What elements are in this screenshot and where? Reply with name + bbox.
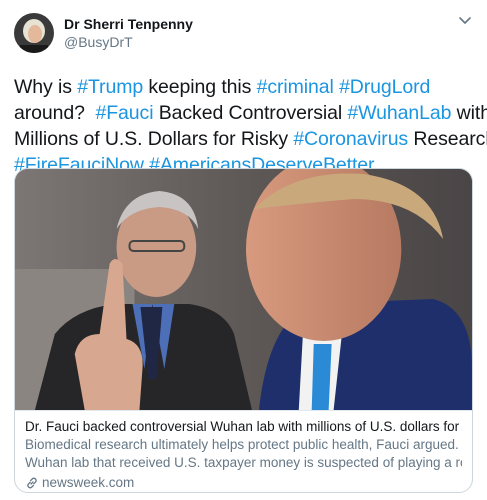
card-title[interactable]: Dr. Fauci backed controversial Wuhan lab… <box>25 418 462 436</box>
tweet-text-segment: around? <box>14 102 96 124</box>
hashtag-link[interactable]: #Fauci <box>96 102 154 124</box>
link-preview-card[interactable]: Dr. Fauci backed controversial Wuhan lab… <box>14 168 473 493</box>
author-display-name[interactable]: Dr Sherri Tenpenny <box>64 15 473 33</box>
card-description-line-2: Wuhan lab that received U.S. taxpayer mo… <box>25 455 462 470</box>
hashtag-link[interactable]: #Trump <box>77 76 143 98</box>
author-handle[interactable]: @BusyDrT <box>64 33 473 51</box>
tweet-header: Dr Sherri Tenpenny @BusyDrT <box>14 12 473 54</box>
card-description-line-1: Biomedical research ultimately helps pro… <box>25 437 462 452</box>
card-domain-row: newsweek.com <box>25 474 462 492</box>
tweet-text-segment: Backed Controversial <box>153 102 348 124</box>
chevron-down-icon[interactable] <box>457 12 473 28</box>
hashtag-link[interactable]: #WuhanLab <box>347 102 451 124</box>
card-image <box>15 169 472 410</box>
tweet-text-line: Why is #Trump keeping this #criminal #Dr… <box>14 74 473 100</box>
card-domain: newsweek.com <box>42 475 135 490</box>
tweet-text: Why is #Trump keeping this #criminal #Dr… <box>14 74 487 178</box>
hashtag-link[interactable]: #criminal <box>257 76 334 98</box>
card-body: Dr. Fauci backed controversial Wuhan lab… <box>15 410 472 492</box>
tweet-text-line: Millions of U.S. Dollars for Risky #Coro… <box>14 126 487 152</box>
link-icon <box>25 476 39 490</box>
tweet-text-segment: Why is <box>14 76 78 98</box>
tweet-text-segment: Millions of U.S. Dollars for Risky <box>14 128 294 150</box>
tweet-text-segment: with <box>451 102 487 124</box>
hashtag-link[interactable]: #Coronavirus <box>293 128 408 150</box>
hashtag-link[interactable]: #DrugLord <box>339 76 430 98</box>
tweet-text-segment: keeping this <box>143 76 257 98</box>
avatar[interactable] <box>14 13 54 53</box>
tweet-text-segment: Research <box>413 128 487 150</box>
author-names: Dr Sherri Tenpenny @BusyDrT <box>64 15 473 51</box>
tweet: Dr Sherri Tenpenny @BusyDrT Why is #Trum… <box>0 0 487 500</box>
tweet-text-line: around? #Fauci Backed Controversial #Wuh… <box>14 100 487 126</box>
